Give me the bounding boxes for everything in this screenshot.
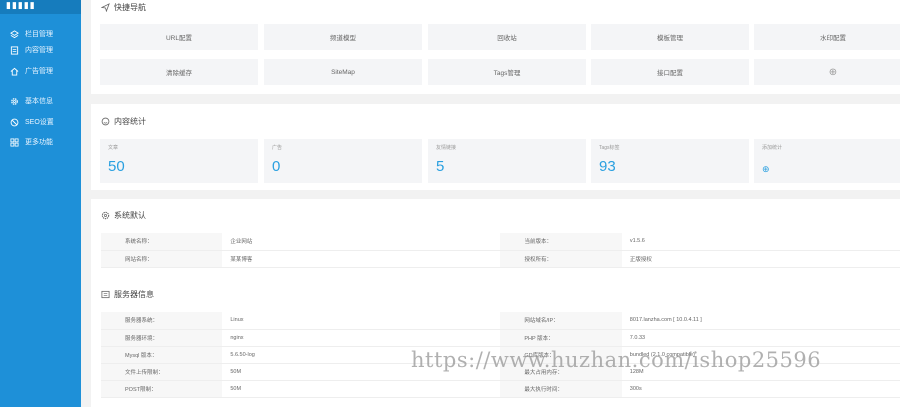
- url-config-button[interactable]: URL配置: [100, 24, 258, 50]
- sidebar-item-basic-info[interactable]: 基本信息: [0, 93, 81, 109]
- sidebar-item-label: 广告管理: [25, 68, 53, 75]
- table-row: 服务器系统： Linux 网站域名/IP： 8017.lanzha.com [ …: [101, 312, 900, 330]
- document-icon: [10, 45, 19, 55]
- table-value: nginx: [222, 329, 501, 347]
- stat-label: 友情链接: [436, 145, 457, 151]
- sidebar-item-label: 内容管理: [25, 47, 53, 54]
- stat-add[interactable]: 添加统计 ⊕: [754, 139, 900, 183]
- sidebar-item-ads[interactable]: 广告管理: [0, 63, 81, 79]
- sidebar-item-label: 更多功能: [25, 139, 53, 146]
- table-value: Linux: [222, 312, 501, 330]
- stats-title: 内容统计: [101, 116, 146, 127]
- sidebar-item-more[interactable]: 更多功能: [0, 134, 81, 150]
- quick-nav-title: 快捷导航: [101, 2, 146, 13]
- table-value: 某某博客: [222, 250, 501, 268]
- table-key: 最大执行时间：: [500, 380, 622, 398]
- table-value: 7.0.33: [621, 329, 900, 347]
- table-value: 8017.lanzha.com [ 10.0.4.11 ]: [621, 312, 900, 330]
- stat-links[interactable]: 友情链接 5: [428, 139, 586, 183]
- table-key: 当前版本：: [500, 233, 622, 251]
- gear-icon: [10, 97, 19, 106]
- stat-label: 文章: [108, 145, 119, 151]
- sitemap-button[interactable]: SiteMap: [264, 59, 422, 85]
- home-icon: [10, 67, 19, 76]
- api-config-button[interactable]: 接口配置: [591, 59, 749, 85]
- tags-manage-button[interactable]: Tags管理: [428, 59, 586, 85]
- main-content: 快捷导航 URL配置 频道模型 回收站 模板管理 水印配置 清除缓存 SiteM…: [91, 0, 900, 407]
- list-icon: [101, 290, 110, 299]
- stat-value: 50: [108, 158, 125, 175]
- sidebar: ▮▮▮▮▮ 栏目管理 内容管理 广告管理 基本信息 SEO设置 更多功能: [0, 0, 81, 407]
- table-key: 服务器系统：: [101, 312, 223, 330]
- stat-value: 93: [599, 158, 616, 175]
- clear-cache-button[interactable]: 清除缓存: [100, 59, 258, 85]
- sidebar-item-label: 基本信息: [25, 98, 53, 105]
- stat-tags[interactable]: Tags标签 93: [591, 139, 749, 183]
- stat-value: 5: [436, 158, 445, 175]
- stat-label: 广告: [272, 145, 283, 151]
- watermark-config-button[interactable]: 水印配置: [754, 24, 900, 50]
- table-value: 300s: [621, 380, 900, 398]
- stat-value: 0: [272, 158, 281, 175]
- recycle-bin-button[interactable]: 回收站: [428, 24, 586, 50]
- table-value: 50M: [222, 380, 501, 398]
- server-title: 服务器信息: [101, 289, 154, 300]
- table-row: POST限制： 50M 最大执行时间： 300s: [101, 380, 900, 398]
- table-value: v1.5.6: [621, 233, 900, 251]
- smile-icon: [101, 117, 110, 126]
- table-row: 网站名称： 某某博客 授权所有： 正版授权: [101, 250, 900, 268]
- table-value: 企业网站: [222, 233, 501, 251]
- table-key: 网站名称：: [101, 250, 223, 268]
- sidebar-item-label: 栏目管理: [25, 31, 53, 38]
- table-key: 服务器环境：: [101, 329, 223, 347]
- stat-label: Tags标签: [599, 145, 620, 151]
- table-row: 系统名称： 企业网站 当前版本： v1.5.6: [101, 233, 900, 251]
- system-title: 系统默认: [101, 210, 146, 221]
- layers-icon: [10, 29, 19, 39]
- circle-slash-icon: [10, 118, 19, 127]
- system-table: 系统名称： 企业网站 当前版本： v1.5.6 网站名称： 某某博客 授权所有：…: [101, 233, 900, 268]
- info-panel: 系统默认 系统名称： 企业网站 当前版本： v1.5.6 网站名称： 某某博客 …: [91, 199, 900, 407]
- grid-icon: [10, 137, 19, 147]
- table-key: 系统名称：: [101, 233, 223, 251]
- table-key: 文件上传限制：: [101, 363, 223, 381]
- sidebar-item-columns[interactable]: 栏目管理: [0, 26, 81, 42]
- table-key: POST限制：: [101, 380, 223, 398]
- channel-model-button[interactable]: 频道模型: [264, 24, 422, 50]
- table-key: 授权所有：: [500, 250, 622, 268]
- template-manage-button[interactable]: 模板管理: [591, 24, 749, 50]
- send-icon: [101, 3, 110, 12]
- add-shortcut-button[interactable]: ⊕: [754, 59, 900, 85]
- settings-icon: [101, 211, 110, 220]
- sidebar-item-label: SEO设置: [25, 119, 54, 126]
- table-row: 服务器环境： nginx PHP 版本： 7.0.33: [101, 329, 900, 347]
- quick-nav-panel: 快捷导航 URL配置 频道模型 回收站 模板管理 水印配置 清除缓存 SiteM…: [91, 0, 900, 94]
- stat-ads[interactable]: 广告 0: [264, 139, 422, 183]
- table-key: Mysql 版本：: [101, 346, 223, 364]
- stat-articles[interactable]: 文章 50: [100, 139, 258, 183]
- watermark-text: https://www.huzhan.com/ishop25596: [411, 348, 822, 372]
- table-key: PHP 版本：: [500, 329, 622, 347]
- sidebar-item-seo[interactable]: SEO设置: [0, 114, 81, 130]
- logo: ▮▮▮▮▮: [0, 0, 81, 14]
- table-value: 正版授权: [621, 250, 900, 268]
- stat-label: 添加统计: [762, 145, 783, 151]
- sidebar-item-content[interactable]: 内容管理: [0, 42, 81, 58]
- add-stat-icon: ⊕: [762, 164, 770, 174]
- table-key: 网站域名/IP：: [500, 312, 622, 330]
